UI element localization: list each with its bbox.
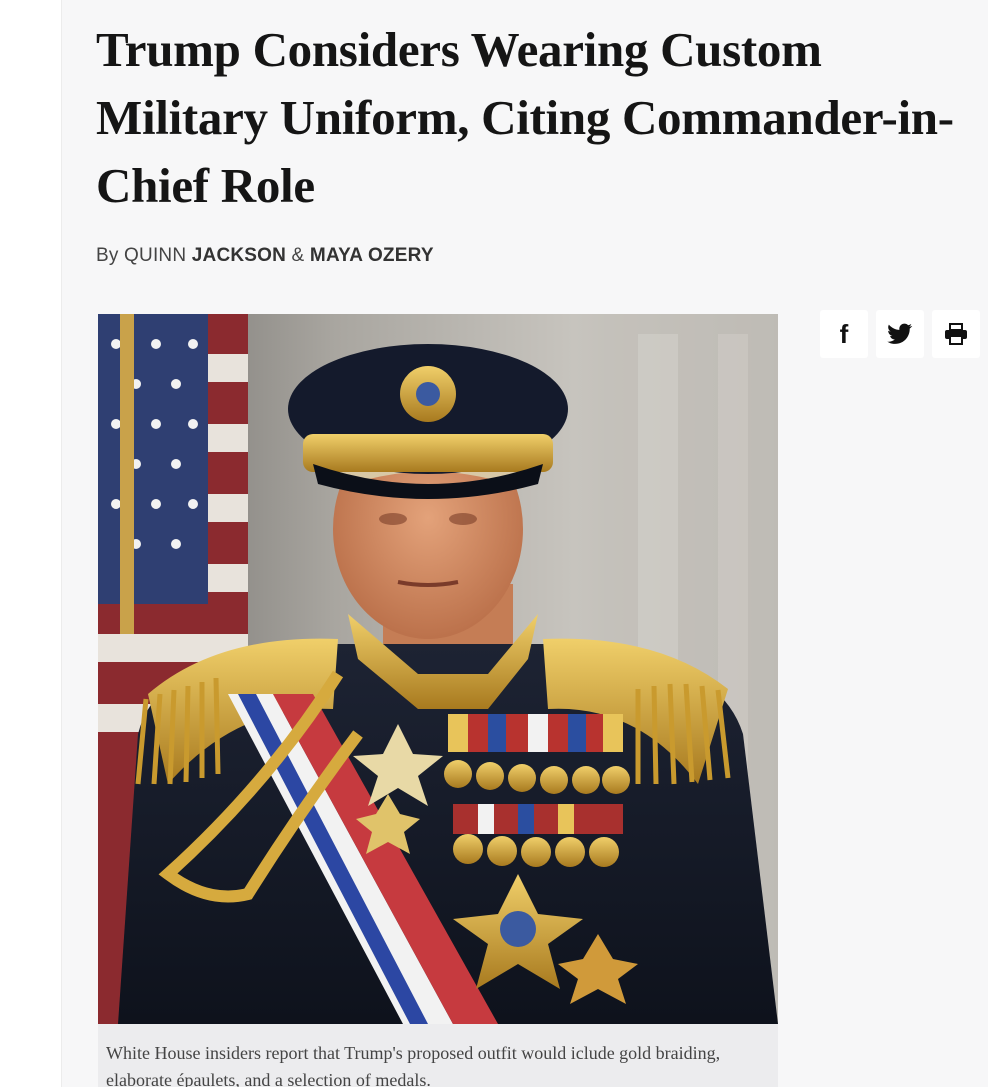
photo-caption: White House insiders report that Trump's… — [98, 1024, 778, 1087]
print-icon — [945, 323, 967, 345]
share-bar: f — [820, 310, 980, 358]
print-share-button[interactable] — [932, 310, 980, 358]
byline: By QUINN JACKSON & MAYA OZERY — [96, 245, 434, 267]
facebook-icon: f — [839, 318, 849, 349]
twitter-icon — [887, 323, 913, 344]
author-link-2[interactable]: MAYA OZERY — [310, 245, 434, 266]
article-headline: Trump Considers Wearing Custom Military … — [96, 22, 954, 213]
author-link-1[interactable]: JACKSON — [192, 245, 286, 266]
twitter-share-button[interactable] — [876, 310, 924, 358]
left-gutter — [0, 0, 62, 1087]
article-page: Trump Considers Wearing Custom Military … — [62, 0, 988, 1087]
facebook-share-button[interactable]: f — [820, 310, 868, 358]
article-photo[interactable] — [98, 314, 778, 1024]
article-figure: White House insiders report that Trump's… — [98, 314, 778, 1087]
byline-prefix: By QUINN — [96, 245, 192, 266]
byline-connector: & — [286, 245, 310, 266]
